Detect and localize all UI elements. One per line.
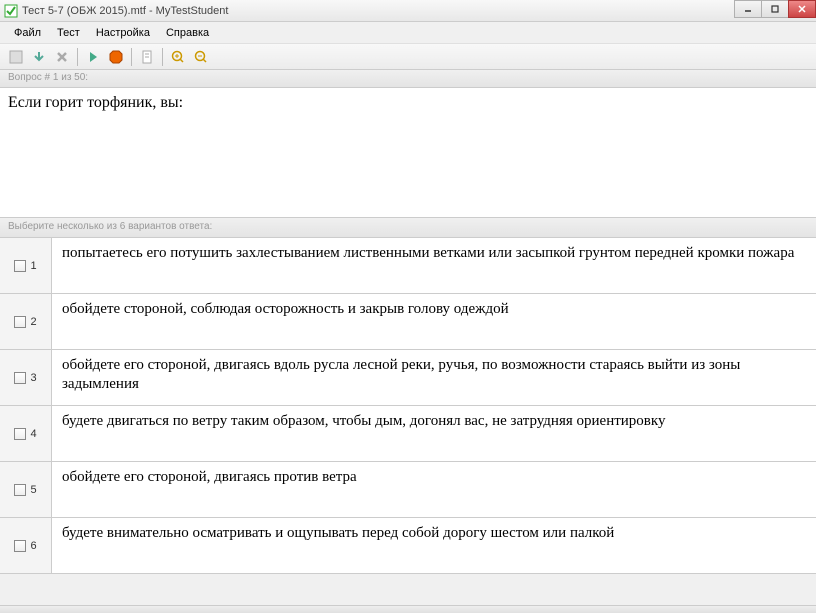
zoom-in-icon[interactable] xyxy=(168,47,188,67)
maximize-button[interactable] xyxy=(761,0,789,18)
checkbox-icon[interactable] xyxy=(14,260,26,272)
answer-text[interactable]: будете внимательно осматривать и ощупыва… xyxy=(52,518,816,573)
question-counter-bar: Вопрос # 1 из 50: xyxy=(0,70,816,88)
answers-list: 1 попытаетесь его потушить захлестывание… xyxy=(0,238,816,574)
app-icon xyxy=(4,4,18,18)
answer-check-cell[interactable]: 5 xyxy=(0,462,52,517)
checkbox-icon[interactable] xyxy=(14,540,26,552)
toolbar-separator xyxy=(77,48,78,66)
window-title: Тест 5-7 (ОБЖ 2015).mtf - MyTestStudent xyxy=(22,5,812,17)
zoom-out-icon[interactable] xyxy=(191,47,211,67)
checkbox-icon[interactable] xyxy=(14,372,26,384)
status-bar xyxy=(0,605,816,613)
checkbox-icon[interactable] xyxy=(14,428,26,440)
document-icon[interactable] xyxy=(137,47,157,67)
answer-text[interactable]: обойдете его стороной, двигаясь вдоль ру… xyxy=(52,350,816,405)
answer-row: 4 будете двигаться по ветру таким образо… xyxy=(0,406,816,462)
answer-row: 5 обойдете его стороной, двигаясь против… xyxy=(0,462,816,518)
answer-number: 6 xyxy=(30,540,36,552)
play-icon[interactable] xyxy=(83,47,103,67)
answer-check-cell[interactable]: 3 xyxy=(0,350,52,405)
answer-text[interactable]: попытаетесь его потушить захлестыванием … xyxy=(52,238,816,293)
answer-text[interactable]: будете двигаться по ветру таким образом,… xyxy=(52,406,816,461)
question-text: Если горит торфяник, вы: xyxy=(8,94,183,111)
cancel-x-icon[interactable] xyxy=(52,47,72,67)
instruction-bar: Выберите несколько из 6 вариантов ответа… xyxy=(0,218,816,238)
answer-text[interactable]: обойдете стороной, соблюдая осторожность… xyxy=(52,294,816,349)
answer-row: 2 обойдете стороной, соблюдая осторожнос… xyxy=(0,294,816,350)
answer-row: 1 попытаетесь его потушить захлестывание… xyxy=(0,238,816,294)
stop-icon[interactable] xyxy=(106,47,126,67)
toolbar-separator xyxy=(162,48,163,66)
menu-settings[interactable]: Настройка xyxy=(88,25,158,41)
answer-text[interactable]: обойдете его стороной, двигаясь против в… xyxy=(52,462,816,517)
close-button[interactable] xyxy=(788,0,816,18)
window-controls xyxy=(735,0,816,20)
toolbar xyxy=(0,44,816,70)
menu-file[interactable]: Файл xyxy=(6,25,49,41)
answer-number: 4 xyxy=(30,428,36,440)
answer-row: 3 обойдете его стороной, двигаясь вдоль … xyxy=(0,350,816,406)
answer-check-cell[interactable]: 1 xyxy=(0,238,52,293)
down-arrow-icon[interactable] xyxy=(29,47,49,67)
checkbox-icon[interactable] xyxy=(14,316,26,328)
minimize-button[interactable] xyxy=(734,0,762,18)
answer-number: 1 xyxy=(30,260,36,272)
answer-number: 2 xyxy=(30,316,36,328)
checkbox-icon[interactable] xyxy=(14,484,26,496)
toolbar-separator xyxy=(131,48,132,66)
menu-help[interactable]: Справка xyxy=(158,25,217,41)
answer-row: 6 будете внимательно осматривать и ощупы… xyxy=(0,518,816,574)
answer-number: 5 xyxy=(30,484,36,496)
menubar: Файл Тест Настройка Справка xyxy=(0,22,816,44)
question-text-area: Если горит торфяник, вы: xyxy=(0,88,816,218)
answer-check-cell[interactable]: 6 xyxy=(0,518,52,573)
menu-test[interactable]: Тест xyxy=(49,25,88,41)
answer-check-cell[interactable]: 4 xyxy=(0,406,52,461)
answer-number: 3 xyxy=(30,372,36,384)
answer-check-cell[interactable]: 2 xyxy=(0,294,52,349)
titlebar: Тест 5-7 (ОБЖ 2015).mtf - MyTestStudent xyxy=(0,0,816,22)
save-icon[interactable] xyxy=(6,47,26,67)
